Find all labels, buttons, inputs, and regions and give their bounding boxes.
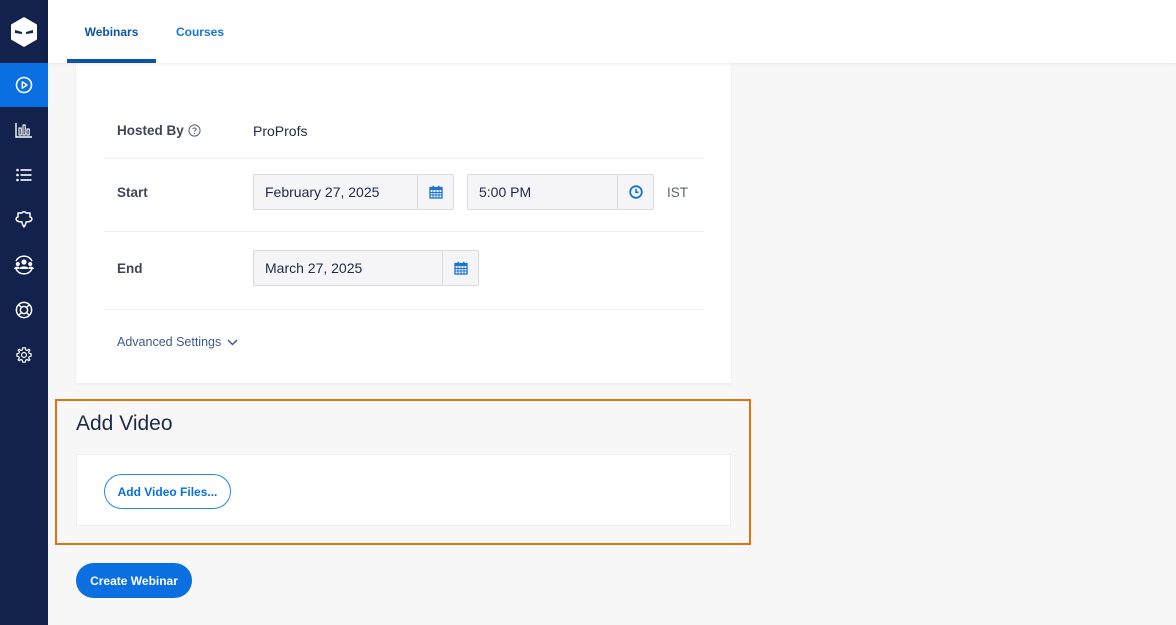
- start-time-picker[interactable]: 5:00 PM: [467, 174, 654, 210]
- end-calendar-button[interactable]: [442, 251, 478, 285]
- divider: [104, 231, 704, 232]
- list-icon: [16, 168, 32, 182]
- divider: [104, 158, 704, 159]
- hosted-by-value: ProProfs: [253, 123, 308, 139]
- advanced-settings-label: Advanced Settings: [117, 335, 222, 349]
- proprofs-logo-icon: [11, 17, 37, 47]
- end-date-input[interactable]: March 27, 2025: [254, 251, 442, 285]
- calendar-icon: [453, 261, 468, 275]
- chevron-down-icon: [227, 338, 238, 346]
- top-nav-bar: Webinars Courses: [48, 0, 1176, 63]
- end-date-picker[interactable]: March 27, 2025: [253, 250, 479, 286]
- start-time-button[interactable]: [617, 175, 653, 209]
- timezone-label: IST: [667, 185, 689, 200]
- hosted-by-label: Hosted By: [117, 123, 201, 138]
- sidebar-item-settings[interactable]: [0, 333, 48, 377]
- sidebar: [0, 0, 48, 625]
- play-circle-icon: [15, 76, 33, 94]
- sidebar-item-integrations[interactable]: [0, 198, 48, 242]
- add-video-files-button[interactable]: Add Video Files...: [104, 474, 231, 509]
- sidebar-item-users[interactable]: [0, 243, 48, 287]
- start-date-picker[interactable]: February 27, 2025: [253, 174, 454, 210]
- advanced-settings-toggle[interactable]: Advanced Settings: [117, 335, 238, 349]
- start-label: Start: [117, 185, 148, 200]
- puzzle-icon: [15, 211, 33, 228]
- sidebar-item-webinars[interactable]: [0, 63, 48, 107]
- logo[interactable]: [0, 0, 48, 64]
- add-video-title: Add Video: [76, 412, 173, 435]
- sidebar-item-list[interactable]: [0, 153, 48, 197]
- tab-webinars[interactable]: Webinars: [67, 0, 156, 63]
- start-calendar-button[interactable]: [417, 175, 453, 209]
- question-circle-icon[interactable]: [188, 124, 201, 137]
- sidebar-item-reports[interactable]: [0, 108, 48, 152]
- end-label: End: [117, 261, 143, 276]
- start-time-input[interactable]: 5:00 PM: [468, 175, 617, 209]
- gear-icon: [16, 347, 32, 363]
- create-webinar-button[interactable]: Create Webinar: [76, 563, 192, 598]
- add-video-card: Add Video Files...: [76, 454, 731, 526]
- sidebar-item-help[interactable]: [0, 288, 48, 332]
- start-date-input[interactable]: February 27, 2025: [254, 175, 417, 209]
- hosted-by-label-text: Hosted By: [117, 123, 184, 138]
- calendar-icon: [428, 185, 443, 199]
- tab-courses[interactable]: Courses: [166, 0, 234, 63]
- lifebuoy-icon: [15, 301, 33, 319]
- webinar-settings-card: Hosted By ProProfs Start February 27, 20…: [76, 63, 731, 383]
- divider: [104, 309, 704, 310]
- clock-icon: [628, 185, 643, 199]
- bar-chart-icon: [15, 123, 32, 138]
- users-group-icon: [14, 255, 34, 275]
